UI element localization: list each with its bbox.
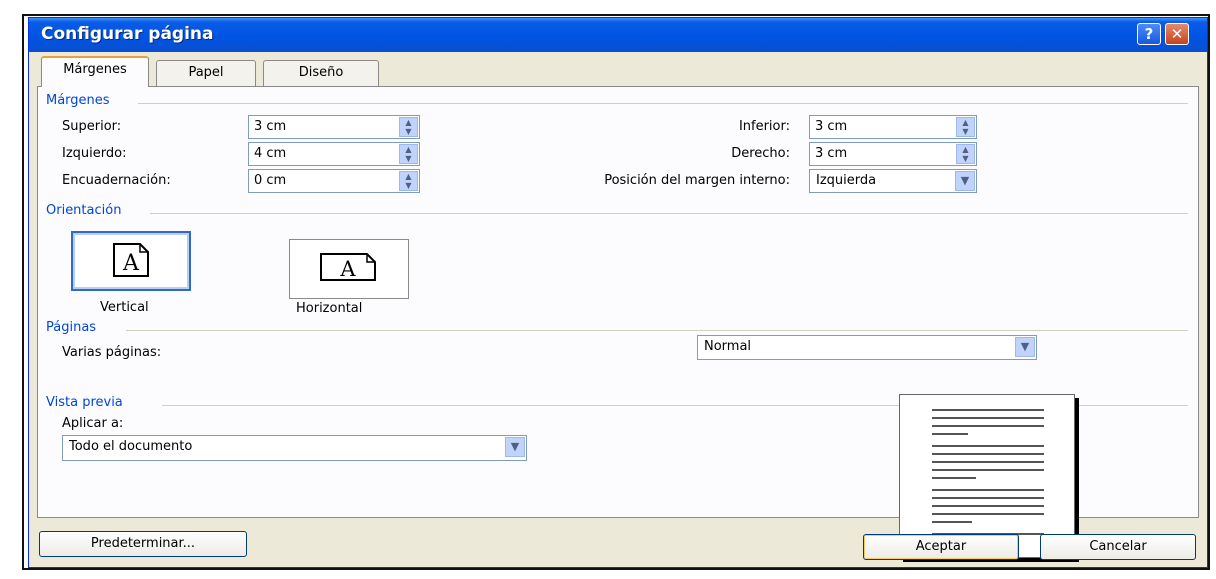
- posicion-margen-value: Izquierda: [816, 173, 877, 188]
- portrait-glyph: A: [122, 251, 140, 276]
- chevron-down-icon[interactable]: ▼: [955, 171, 975, 191]
- orientation-divider: [150, 213, 1188, 214]
- tab-diseno-label: Diseño: [298, 65, 344, 80]
- derecho-label: Derecho:: [731, 146, 790, 161]
- posicion-margen-select[interactable]: Izquierda ▼: [809, 169, 977, 193]
- encuadernacion-spin-arrows-icon[interactable]: ▲ ▼: [399, 171, 418, 191]
- izquierdo-spinner[interactable]: 4 cm ▲ ▼: [248, 142, 420, 166]
- aceptar-button[interactable]: Aceptar: [863, 534, 1019, 560]
- pages-section-title: Páginas: [46, 320, 97, 335]
- horizontal-label: Horizontal: [296, 301, 363, 316]
- tab-panel: Márgenes Superior: 3 cm ▲ ▼ Izquierdo: 4 …: [37, 86, 1199, 558]
- varias-paginas-select[interactable]: Normal ▼: [697, 335, 1037, 360]
- help-button[interactable]: ?: [1137, 23, 1161, 45]
- derecho-value: 3 cm: [815, 146, 848, 161]
- inferior-value: 3 cm: [815, 119, 848, 134]
- tab-diseno[interactable]: Diseño: [263, 60, 379, 86]
- predeterminar-label: Predeterminar...: [90, 536, 196, 551]
- title-bar[interactable]: Configurar página ? ✕: [29, 18, 1207, 52]
- cancelar-label: Cancelar: [1089, 539, 1147, 554]
- help-icon: ?: [1144, 25, 1154, 43]
- close-icon: ✕: [1170, 25, 1184, 43]
- landscape-glyph: A: [339, 257, 356, 281]
- tab-margenes[interactable]: Márgenes: [41, 56, 149, 87]
- orientation-section-title: Orientación: [46, 203, 122, 218]
- posicion-margen-label: Posición del margen interno:: [604, 173, 790, 188]
- izquierdo-value: 4 cm: [254, 146, 287, 161]
- encuadernacion-spinner[interactable]: 0 cm ▲ ▼: [248, 169, 420, 193]
- encuadernacion-label: Encuadernación:: [62, 173, 171, 188]
- tab-papel[interactable]: Papel: [156, 60, 256, 86]
- aplicar-a-label: Aplicar a:: [62, 416, 124, 431]
- orientation-horizontal-button[interactable]: A: [289, 239, 409, 299]
- page-setup-dialog: Configurar página ? ✕ Márgenes Papel Dis…: [28, 17, 1208, 568]
- pages-divider: [126, 330, 1188, 331]
- preview-section-title: Vista previa: [46, 395, 123, 410]
- superior-spin-arrows-icon[interactable]: ▲ ▼: [399, 117, 418, 137]
- varias-paginas-label: Varias páginas:: [62, 345, 162, 360]
- derecho-spin-arrows-icon[interactable]: ▲ ▼: [956, 144, 975, 164]
- aplicar-a-value: Todo el documento: [69, 439, 193, 454]
- inferior-label: Inferior:: [738, 119, 790, 134]
- cancelar-button[interactable]: Cancelar: [1040, 534, 1196, 560]
- margins-divider: [138, 103, 1188, 104]
- chevron-down-icon[interactable]: ▼: [505, 437, 525, 457]
- aceptar-label: Aceptar: [915, 539, 967, 554]
- encuadernacion-value: 0 cm: [254, 173, 287, 188]
- close-button[interactable]: ✕: [1165, 23, 1189, 45]
- chevron-down-icon[interactable]: ▼: [1015, 337, 1035, 357]
- izquierdo-label: Izquierdo:: [62, 146, 127, 161]
- predeterminar-button[interactable]: Predeterminar...: [39, 531, 247, 557]
- inferior-spin-arrows-icon[interactable]: ▲ ▼: [956, 117, 975, 137]
- izquierdo-spin-arrows-icon[interactable]: ▲ ▼: [399, 144, 418, 164]
- varias-paginas-value: Normal: [704, 339, 752, 354]
- tab-margenes-label: Márgenes: [63, 62, 127, 77]
- landscape-page-icon: A: [320, 253, 376, 281]
- tab-papel-label: Papel: [188, 65, 224, 80]
- orientation-vertical-button[interactable]: A: [71, 231, 191, 291]
- aplicar-a-select[interactable]: Todo el documento ▼: [62, 435, 527, 461]
- superior-label: Superior:: [62, 119, 122, 134]
- inferior-spinner[interactable]: 3 cm ▲ ▼: [809, 115, 977, 139]
- dialog-title: Configurar página: [41, 24, 214, 44]
- portrait-page-icon: A: [113, 243, 149, 277]
- margins-section-title: Márgenes: [46, 93, 110, 108]
- superior-spinner[interactable]: 3 cm ▲ ▼: [248, 115, 420, 139]
- vertical-label: Vertical: [100, 300, 149, 315]
- superior-value: 3 cm: [254, 119, 287, 134]
- derecho-spinner[interactable]: 3 cm ▲ ▼: [809, 142, 977, 166]
